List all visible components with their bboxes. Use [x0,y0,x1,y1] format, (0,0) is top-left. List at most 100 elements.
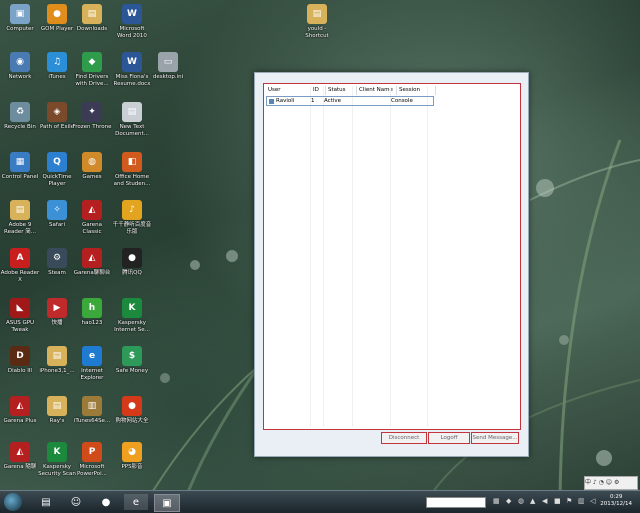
desktop-icon[interactable]: D Diablo III [0,346,40,390]
adobe-reader-icon: A [10,248,30,268]
desktop-icon-label: Safe Money [115,368,149,374]
explorer-taskbar-icon[interactable]: ▤ [34,494,58,510]
desktop-icon[interactable]: ♫ iTunes [37,52,77,96]
desktop-icon[interactable]: ● 购物网站大全 [112,396,152,440]
desktop-icon[interactable]: ✦ Frozen Throne [72,102,112,146]
desktop-icon[interactable]: W Microsoft Word 2010 [112,4,152,48]
desktop-icon[interactable]: ◧ Office Home and Studen... [112,152,152,196]
table-row[interactable]: Ravioli 1 Active Console [266,96,434,106]
tray-icon[interactable]: ◆ [506,497,514,505]
disconnect-button[interactable]: Disconnect [381,432,427,444]
users-panel: User ID Status Client Name Session Ravio… [263,83,521,430]
desktop-icon[interactable]: ◆ Find Drivers with Drive... [72,52,112,96]
cell-id: 1 [311,98,315,104]
desktop-icon-label: iPhone3,1_... [39,368,75,374]
desktop-icon-label: PPS影音 [121,464,143,470]
tray-icon[interactable]: ▲ [530,497,538,505]
desktop-icon[interactable]: ✧ Safari [37,200,77,244]
desktop-icon[interactable]: ▤ Adobe 9 Reader 简... [0,200,40,244]
desktop-icon[interactable]: ▤ Ray's [37,396,77,440]
qvod-taskbar-icon[interactable]: ● [94,494,118,510]
volume-icon[interactable]: ◁ [590,497,598,505]
desktop-icon-label: Internet Explorer [80,368,104,381]
desktop-icon-label: Downloads [76,26,108,32]
column-session[interactable]: Session [397,86,436,95]
tray-icon[interactable]: ◍ [518,497,526,505]
desktop-icon[interactable]: ▤ New Text Document... [112,102,152,146]
desktop-icon[interactable]: K Kaspersky Security Scan [37,442,77,486]
desktop-icon-label: 腾讯QQ [122,270,142,276]
flag-icon[interactable]: ⚑ [566,497,574,505]
desktop-icon[interactable]: ● 腾讯QQ [112,248,152,292]
desktop-icon[interactable]: ▦ Control Panel [0,152,40,196]
start-button[interactable] [4,493,22,511]
computer-icon: ▣ [10,4,30,24]
language-bar[interactable]: 中 ♪ ◔ ☺ ⚙ [584,476,638,490]
desktop-icon[interactable]: ◍ Games [72,152,112,196]
desktop-icon-label: desktop.ini [152,74,184,80]
desktop-icon[interactable]: ▭ desktop.ini [148,52,188,96]
network-icon[interactable]: ▥ [578,497,586,505]
column-client-name[interactable]: Client Name [357,86,397,95]
desktop-icon[interactable]: ▥ iTunes64Se... [72,396,112,440]
network-icon: ◉ [10,52,30,72]
desktop-icon-label: iTunes64Se... [73,418,111,424]
desktop-icon-label: Garena Classic [81,222,102,235]
desktop-icon-label: Diablo III [7,368,33,374]
desktop-icon[interactable]: ♪ 千千静听百度音乐版 [112,200,152,244]
folder-icon: ▤ [10,200,30,220]
clock[interactable]: 0:29 2013/12/14 [600,494,632,508]
desktop-icon[interactable]: ◉ Network [0,52,40,96]
desktop-icon[interactable]: ◣ ASUS GPU Tweak [0,298,40,342]
safari-icon: ✧ [47,200,67,220]
desktop-icon-label: Control Panel [1,174,39,180]
desktop-icon[interactable]: Q QuickTime Player [37,152,77,196]
ie-taskbar-icon[interactable]: e [124,494,148,510]
desktop-icon-label: Adobe Reader X [0,270,40,283]
desktop-icon[interactable]: ♻ Recycle Bin [0,102,40,146]
app-taskbar-icon[interactable]: ☺ [64,494,88,510]
desktop-icon[interactable]: ▶ 快播 [37,298,77,342]
desktop-icon-label: New Text Document... [115,124,149,137]
desktop-icon-label: 千千静听百度音乐版 [112,222,152,235]
desktop-icon[interactable]: ◈ Path of Exile [37,102,77,146]
kaspersky-icon: K [122,298,142,318]
desktop-icon[interactable]: e Internet Explorer [72,346,112,390]
desktop-icon-label: Microsoft PowerPoi... [77,464,107,477]
desktop-icon[interactable]: ◭ Garena Classic [72,200,112,244]
desktop-icon[interactable]: P Microsoft PowerPoi... [72,442,112,486]
garena-icon: ◭ [10,396,30,416]
tray-icon[interactable]: ◀ [542,497,550,505]
tray-icon[interactable]: ■ [554,497,562,505]
desktop-icon[interactable]: K Kaspersky Internet Se... [112,298,152,342]
desktop-icon-label: 购物网站大全 [115,418,149,424]
logoff-button[interactable]: Logoff [428,432,470,444]
desktop-icon[interactable]: ▣ Computer [0,4,40,48]
desktop-icon-label: Find Drivers with Drive... [75,74,109,87]
send-message-button[interactable]: Send Message... [471,432,519,444]
desktop-icon[interactable]: ◭ Garena Plus [0,396,40,440]
taskbar-search-input[interactable] [426,497,486,508]
desktop-icon-label: Office Home and Studen... [113,174,151,187]
column-user[interactable]: User [266,86,311,95]
qvod-icon: ▶ [47,298,67,318]
desktop-icon[interactable]: ▤ Downloads [72,4,112,48]
shopping-icon: ● [122,396,142,416]
desktop-icon[interactable]: ▤ iPhone3,1_... [37,346,77,390]
desktop-icon[interactable]: ⚙ Steam [37,248,77,292]
desktop-icon[interactable]: A Adobe Reader X [0,248,40,292]
recycle-bin-icon: ♻ [10,102,30,122]
desktop-icon[interactable]: ▤ yould - Shortcut [297,4,337,48]
desktop-icon[interactable]: ◕ PPS影音 [112,442,152,486]
desktop-icon[interactable]: $ Safe Money [112,346,152,390]
desktop-icon-label: Computer [6,26,34,32]
tray-icon[interactable]: ▦ [493,497,501,505]
desktop-icon[interactable]: ● GOM Player [37,4,77,48]
desktop-icon[interactable]: ◭ Garena 隨聊 [0,442,40,486]
active-window-taskbar-icon[interactable]: ▣ [154,494,180,512]
desktop-icon[interactable]: h hao123 [72,298,112,342]
desktop-icon[interactable]: ◭ Garena聊聊台 [72,248,112,292]
users-window[interactable]: User ID Status Client Name Session Ravio… [254,72,529,457]
safe-money-icon: $ [122,346,142,366]
desktop-icon[interactable]: W Miss Fiona's Resume.docx [112,52,152,96]
